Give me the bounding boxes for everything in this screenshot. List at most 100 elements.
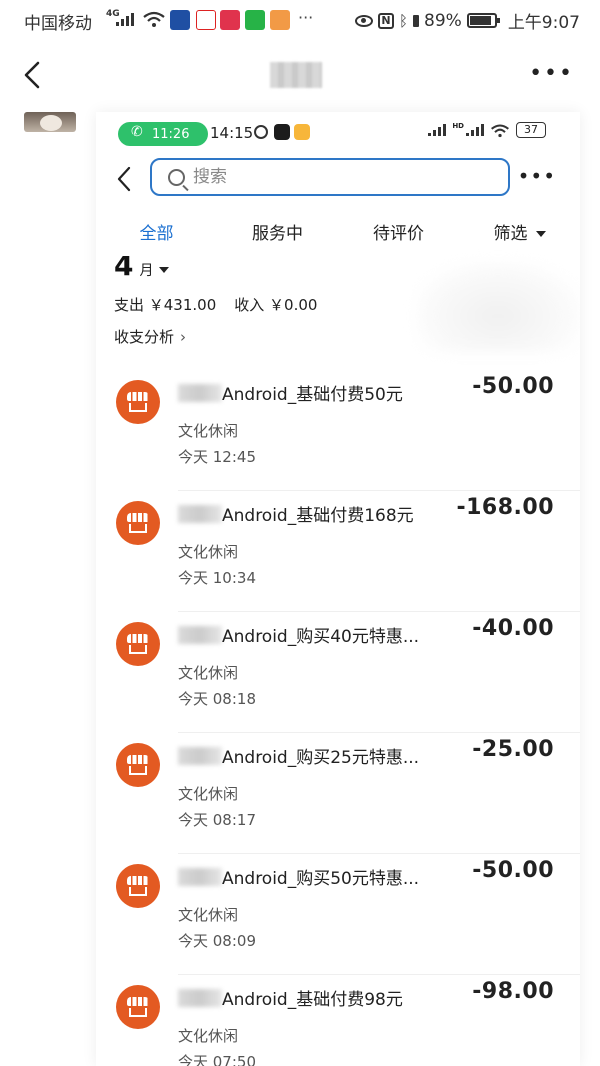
more-options-icon[interactable]: ••• <box>518 166 556 186</box>
transaction-category: 文化休闲 <box>178 422 239 440</box>
app-notification-icon <box>274 124 290 140</box>
vibrate-icon <box>413 14 420 27</box>
chevron-right-icon: › <box>180 327 187 346</box>
alarm-icon <box>254 125 268 139</box>
transaction-item[interactable]: Android_基础付费50元 文化休闲 今天 12:45 -50.00 <box>96 370 580 491</box>
transaction-title: Android_基础付费50元 <box>222 385 403 405</box>
merchant-name-redacted <box>178 989 222 1007</box>
transaction-amount: -50.00 <box>472 858 554 883</box>
transaction-amount: -98.00 <box>472 979 554 1004</box>
back-arrow-icon[interactable] <box>20 60 44 90</box>
inner-status-bar: 11:26 14:15 HD 37 <box>96 112 580 156</box>
income-total: 收入 ￥0.00 <box>234 296 318 314</box>
transaction-category: 文化休闲 <box>178 543 239 561</box>
merchant-shop-icon <box>116 501 160 545</box>
clock: 上午9:07 <box>507 13 580 33</box>
tab-in-service[interactable]: 服务中 <box>217 214 338 254</box>
battery-icon: 37 <box>516 122 546 138</box>
nfc-icon: N <box>378 12 394 29</box>
wifi-icon <box>491 124 509 137</box>
search-box[interactable] <box>150 158 510 196</box>
merchant-shop-icon <box>116 380 160 424</box>
transaction-item[interactable]: Android_购买40元特惠... 文化休闲 今天 08:18 -40.00 <box>96 612 580 733</box>
transaction-title: Android_购买40元特惠... <box>222 627 420 647</box>
transaction-amount: -40.00 <box>472 616 554 641</box>
merchant-name-redacted <box>178 505 222 523</box>
caret-down-icon <box>535 231 546 237</box>
filter-tabs: 全部 服务中 待评价 筛选 <box>96 214 580 254</box>
transaction-time: 今天 12:45 <box>178 448 256 466</box>
transaction-amount: -25.00 <box>472 737 554 762</box>
transaction-time: 今天 08:17 <box>178 811 256 829</box>
chat-title-redacted <box>270 62 322 88</box>
tab-all[interactable]: 全部 <box>96 214 217 254</box>
status-bar: 中国移动 4G ··· N ᛒ 89% 上午9:07 <box>0 0 600 42</box>
transaction-time: 今天 08:18 <box>178 690 256 708</box>
iqiyi-icon <box>245 10 265 30</box>
merchant-shop-icon <box>116 743 160 787</box>
hd-label: HD <box>452 122 464 130</box>
transaction-title: Android_基础付费168元 <box>222 506 414 526</box>
month-label: 月 <box>139 263 154 279</box>
avatar[interactable] <box>24 112 76 132</box>
transaction-list: Android_基础付费50元 文化休闲 今天 12:45 -50.00 And… <box>96 370 580 1066</box>
tab-to-review[interactable]: 待评价 <box>338 214 459 254</box>
expense-total: 支出 ￥431.00 <box>114 296 217 314</box>
more-notifications-icon: ··· <box>298 8 314 27</box>
month-number: 4 <box>114 256 134 276</box>
eye-comfort-icon <box>355 14 373 27</box>
phone-icon <box>131 124 144 140</box>
transaction-item[interactable]: Android_购买25元特惠... 文化休闲 今天 08:17 -25.00 <box>96 733 580 854</box>
tab-filter[interactable]: 筛选 <box>459 214 580 254</box>
more-options-icon[interactable]: ••• <box>529 63 574 85</box>
weibo-icon <box>196 10 216 30</box>
transaction-amount: -168.00 <box>456 495 554 520</box>
blurred-area <box>416 262 580 352</box>
cellular-signal-icon <box>428 124 447 136</box>
search-icon <box>168 168 185 186</box>
transaction-time: 今天 10:34 <box>178 569 256 587</box>
transaction-amount: -50.00 <box>472 374 554 399</box>
analysis-link[interactable]: 收支分析 › <box>114 326 186 347</box>
app-notification-icon <box>170 10 190 30</box>
transaction-title: Android_购买25元特惠... <box>222 748 420 768</box>
merchant-name-redacted <box>178 868 222 886</box>
transaction-category: 文化休闲 <box>178 1027 239 1045</box>
call-duration: 11:26 <box>152 126 190 142</box>
transaction-time: 今天 08:09 <box>178 932 256 950</box>
back-arrow-icon[interactable] <box>114 164 134 194</box>
transaction-category: 文化休闲 <box>178 906 239 924</box>
merchant-name-redacted <box>178 626 222 644</box>
ongoing-call-pill: 11:26 <box>118 122 208 146</box>
merchant-name-redacted <box>178 747 222 765</box>
caret-down-icon <box>159 267 170 273</box>
notes-app-icon <box>294 124 310 140</box>
transaction-title: Android_基础付费98元 <box>222 990 403 1010</box>
battery-icon <box>466 13 500 28</box>
transaction-title: Android_购买50元特惠... <box>222 869 420 889</box>
battery-percent: 89% <box>424 10 462 31</box>
merchant-shop-icon <box>116 985 160 1029</box>
merchant-shop-icon <box>116 622 160 666</box>
carrier-label: 中国移动 <box>24 14 92 34</box>
health-app-icon <box>270 10 290 30</box>
analysis-label: 收支分析 <box>114 328 175 346</box>
cellular-signal-icon <box>466 124 484 136</box>
transaction-category: 文化休闲 <box>178 785 239 803</box>
monthly-summary: 支出 ￥431.00 收入 ￥0.00 <box>114 294 317 315</box>
search-bar: ••• <box>96 156 580 204</box>
month-selector[interactable]: 4 月 <box>114 256 170 284</box>
transaction-item[interactable]: Android_基础付费98元 文化休闲 今天 07:50 -98.00 <box>96 975 580 1066</box>
wifi-icon <box>143 11 165 27</box>
cellular-signal-icon <box>116 13 134 26</box>
merchant-name-redacted <box>178 384 222 402</box>
transaction-category: 文化休闲 <box>178 664 239 682</box>
transaction-time: 今天 07:50 <box>178 1053 256 1066</box>
bluetooth-icon: ᛒ <box>399 11 409 30</box>
bill-screenshot-image[interactable]: 11:26 14:15 HD 37 <box>96 112 580 1066</box>
inner-clock: 14:15 <box>210 124 254 142</box>
search-input[interactable] <box>193 167 473 187</box>
transaction-item[interactable]: Android_基础付费168元 文化休闲 今天 10:34 -168.00 <box>96 491 580 612</box>
app-notification-icon <box>220 10 240 30</box>
transaction-item[interactable]: Android_购买50元特惠... 文化休闲 今天 08:09 -50.00 <box>96 854 580 975</box>
